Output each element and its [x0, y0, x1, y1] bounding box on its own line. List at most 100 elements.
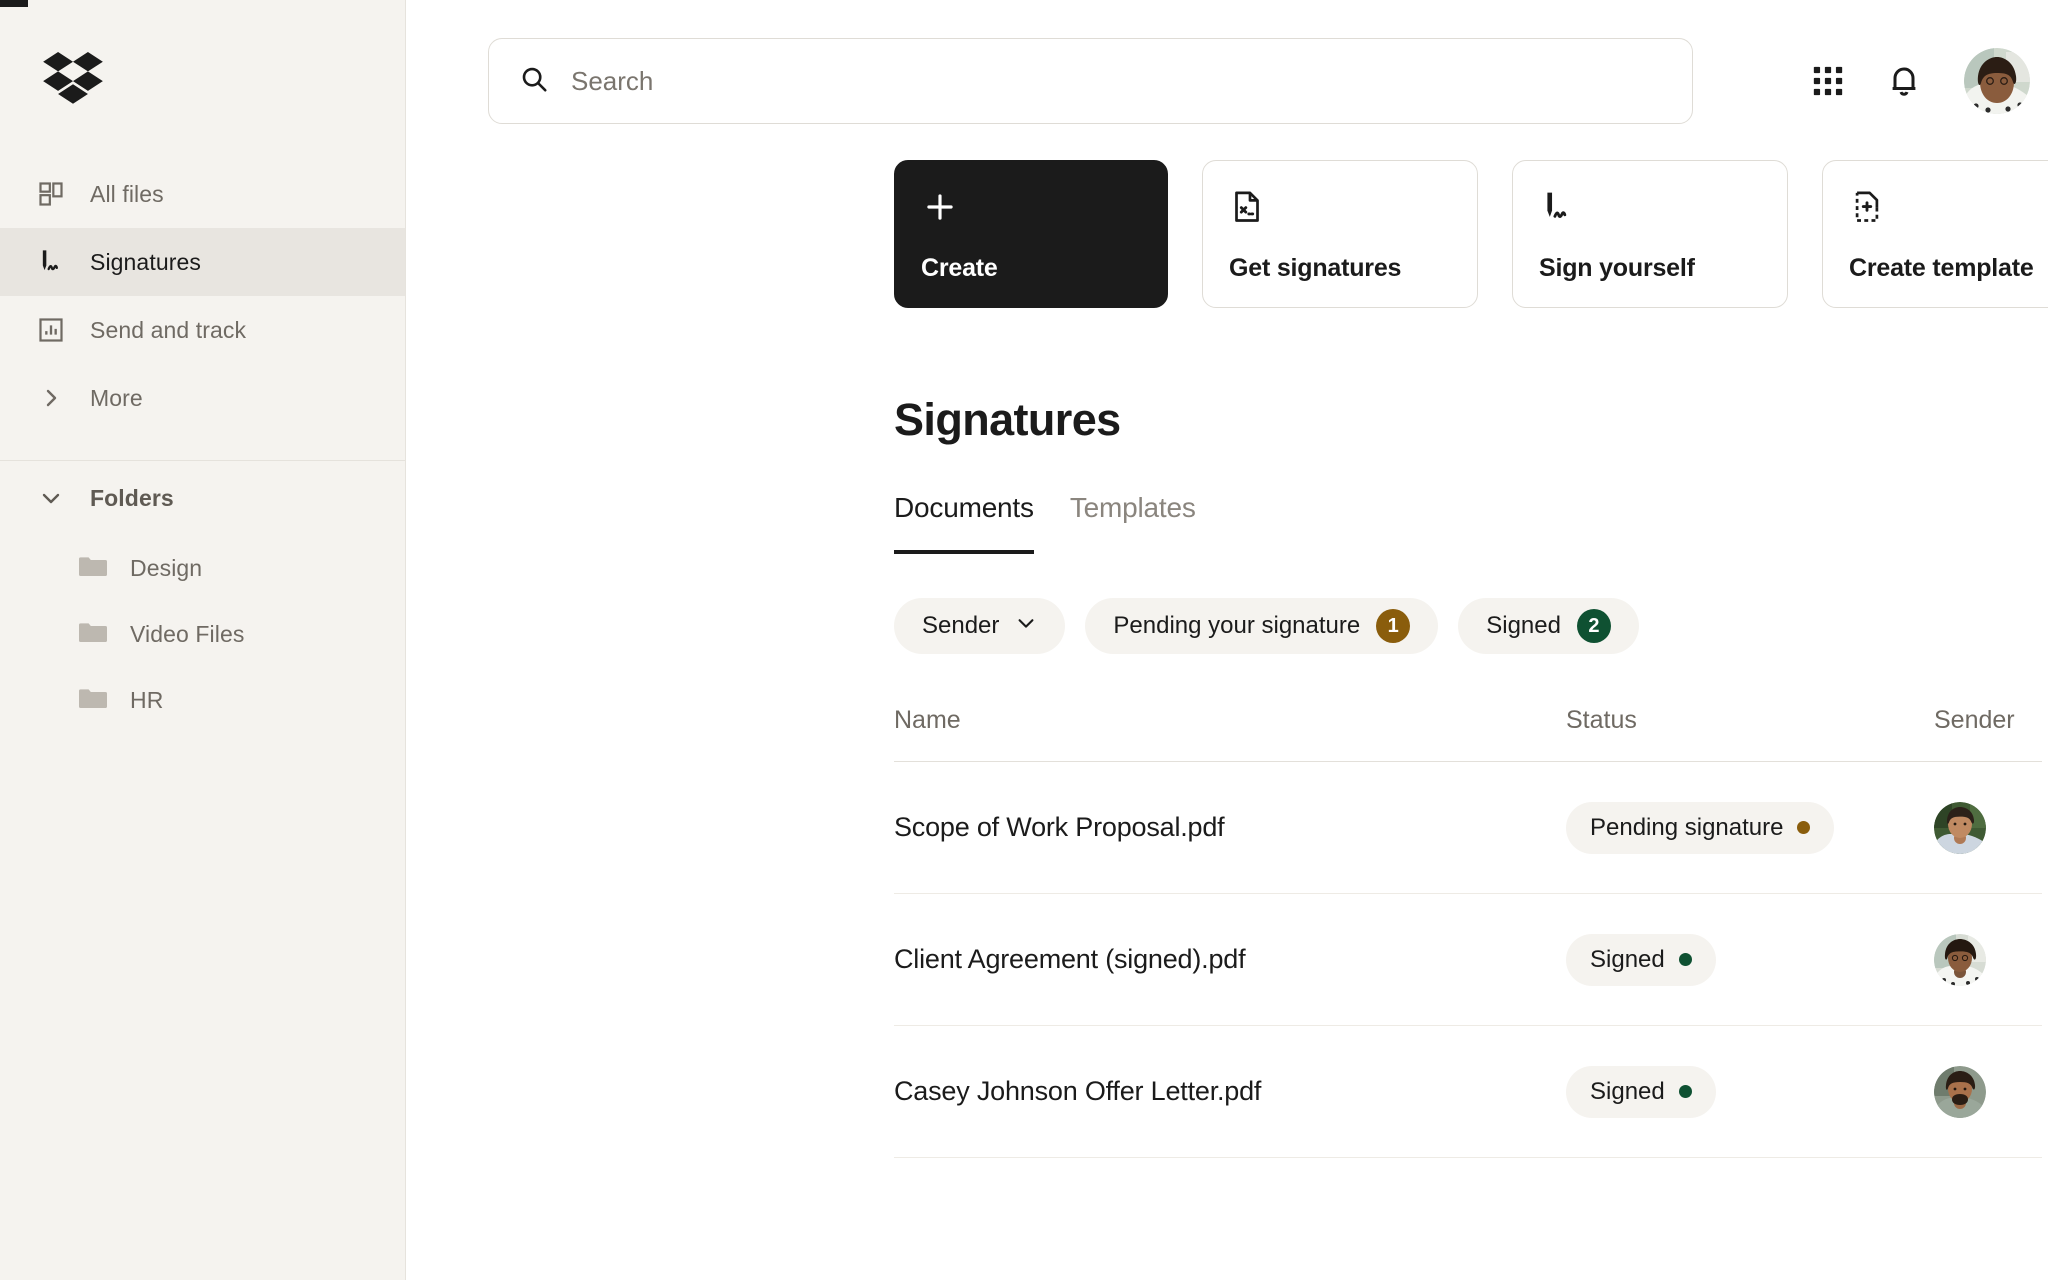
tab-documents[interactable]: Documents — [894, 492, 1034, 554]
folder-icon — [78, 685, 108, 715]
pen-signature-icon — [1539, 185, 1761, 229]
document-status-cell: Pending signature — [1566, 801, 1934, 854]
status-badge: 2 — [1576, 609, 1611, 643]
status-badge: 1 — [1376, 609, 1411, 643]
column-header-status: Status — [1566, 706, 1637, 734]
chevron-down-icon — [1015, 612, 1037, 641]
sidebar-folder-list: Design Video Files HR — [0, 535, 405, 733]
sidebar-item-signatures[interactable]: Signatures — [0, 228, 405, 296]
sidebar-folder-label: Design — [130, 554, 203, 581]
documents-table: Name Status Sender Scope of Work Proposa… — [894, 706, 2042, 1158]
column-header-sender: Sender — [1934, 706, 2015, 734]
sidebar-folder-video-files[interactable]: Video Files — [0, 601, 405, 667]
window-corner-stub — [0, 0, 28, 7]
sidebar-item-more[interactable]: More — [0, 364, 405, 432]
status-dot — [1678, 953, 1692, 966]
sidebar-nav: All files Signatures Send and track More — [0, 160, 405, 446]
tab-label: Templates — [1069, 492, 1196, 523]
app-root: All files Signatures Send and track More… — [0, 0, 2048, 1280]
search-input[interactable] — [571, 65, 1662, 97]
create-button[interactable]: Create — [894, 160, 1168, 308]
all-files-icon — [36, 179, 66, 209]
status-label: Signed — [1590, 945, 1665, 973]
main-content: Create Get signatures — [406, 0, 2048, 1280]
dropbox-logo-icon — [43, 52, 103, 104]
filter-signed[interactable]: Signed 2 — [1458, 598, 1639, 654]
send-and-track-chart-icon — [36, 315, 66, 345]
sender-avatar[interactable] — [1934, 1065, 1986, 1118]
sidebar-folder-label: Video Files — [130, 620, 245, 647]
table-row[interactable]: Scope of Work Proposal.pdf Pending signa… — [894, 762, 2042, 894]
sidebar-item-label: All files — [90, 180, 164, 207]
action-card-label: Sign yourself — [1539, 254, 1695, 282]
filter-label: Pending your signature — [1113, 612, 1361, 639]
table-row[interactable]: Client Agreement (signed).pdf Signed — [894, 894, 2042, 1026]
document-name: Casey Johnson Offer Letter.pdf — [894, 1076, 1262, 1106]
document-sender-cell — [1934, 801, 2042, 854]
sidebar-item-send-and-track[interactable]: Send and track — [0, 296, 405, 364]
notifications-bell-icon[interactable] — [1866, 43, 1942, 119]
sidebar-folder-design[interactable]: Design — [0, 535, 405, 601]
status-dot — [1797, 821, 1811, 834]
sender-avatar[interactable] — [1934, 801, 1986, 854]
topbar-actions — [1790, 43, 2038, 119]
topbar — [406, 0, 2048, 124]
status-badge: Signed — [1566, 933, 1716, 986]
search-bar[interactable] — [488, 38, 1693, 124]
document-sender-cell — [1934, 933, 2042, 986]
column-header-name: Name — [894, 706, 961, 734]
page-title: Signatures — [894, 394, 1121, 445]
filter-pending-your-signature[interactable]: Pending your signature 1 — [1085, 598, 1439, 654]
sidebar-item-label: Signatures — [90, 248, 201, 275]
sidebar-item-label: Send and track — [90, 316, 247, 343]
sender-avatar[interactable] — [1934, 933, 1986, 986]
get-signatures-button[interactable]: Get signatures — [1202, 160, 1478, 308]
status-badge: Pending signature — [1566, 801, 1835, 854]
sign-yourself-button[interactable]: Sign yourself — [1512, 160, 1788, 308]
action-card-label: Create template — [1849, 254, 2034, 282]
sidebar-folder-hr[interactable]: HR — [0, 667, 405, 733]
sidebar-item-label: More — [90, 384, 143, 411]
document-status-cell: Signed — [1566, 933, 1934, 986]
sidebar-folders-label: Folders — [90, 484, 174, 511]
sidebar-item-all-files[interactable]: All files — [0, 160, 405, 228]
sidebar: All files Signatures Send and track More… — [0, 0, 406, 1280]
action-card-label: Create — [921, 254, 998, 282]
document-status-cell: Signed — [1566, 1065, 1934, 1118]
tab-templates[interactable]: Templates — [1070, 492, 1196, 554]
avatar[interactable] — [1964, 48, 2030, 114]
status-badge: Signed — [1566, 1065, 1716, 1118]
folder-icon — [78, 553, 108, 583]
filter-chips: Sender Pending your signature 1 Signed 2 — [894, 598, 2048, 654]
document-name: Client Agreement (signed).pdf — [894, 944, 1246, 974]
filter-sender-dropdown[interactable]: Sender — [894, 598, 1066, 654]
tab-label: Documents — [894, 492, 1034, 523]
action-card-label: Get signatures — [1229, 254, 1402, 282]
status-label: Signed — [1590, 1077, 1665, 1105]
sidebar-folders-header[interactable]: Folders — [0, 461, 405, 535]
status-dot — [1678, 1085, 1692, 1098]
folder-icon — [78, 619, 108, 649]
filter-label: Signed — [1486, 612, 1561, 639]
plus-icon — [921, 185, 1141, 229]
table-row[interactable]: Casey Johnson Offer Letter.pdf Signed — [894, 1026, 2042, 1158]
table-header: Name Status Sender — [894, 706, 2042, 762]
app-grid-icon[interactable] — [1790, 43, 1866, 119]
sidebar-folder-label: HR — [130, 686, 164, 713]
document-signature-icon — [1229, 185, 1451, 229]
chevron-right-icon — [36, 383, 66, 413]
document-add-dashed-icon — [1849, 185, 2048, 229]
status-label: Pending signature — [1590, 813, 1784, 841]
filter-label: Sender — [922, 612, 1000, 639]
chevron-down-icon — [36, 483, 66, 513]
badge-count: 2 — [1588, 614, 1600, 637]
create-template-button[interactable]: Create template — [1822, 160, 2048, 308]
tabs: Documents Templates — [894, 492, 2048, 554]
dropbox-logo[interactable] — [0, 0, 405, 160]
search-icon — [519, 64, 549, 99]
document-name: Scope of Work Proposal.pdf — [894, 812, 1225, 842]
signature-pen-icon — [36, 247, 66, 277]
action-cards: Create Get signatures Sign yourself Crea… — [894, 124, 2048, 308]
badge-count: 1 — [1387, 614, 1399, 637]
document-sender-cell — [1934, 1065, 2042, 1118]
